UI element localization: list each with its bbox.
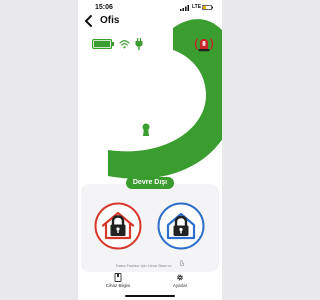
chevron-left-icon [85, 15, 92, 27]
network-type: LTE [192, 4, 202, 10]
hint-row: Daha Fazlası İçin Uzun Basınız [78, 254, 222, 268]
background-arc [108, 19, 222, 179]
home-lock-icon [157, 202, 205, 250]
long-press-icon [180, 259, 184, 266]
page-title: Ofis [100, 15, 120, 26]
app-screen: 15:06 LTE Ofis Devre Dışı Daha Fazlası İ… [78, 0, 222, 300]
nav-item-settings[interactable]: Ayarlar [156, 272, 204, 292]
hint-text: Daha Fazlası İçin Uzun Basınız [115, 263, 172, 268]
status-bar: 15:06 LTE [78, 3, 222, 12]
unlocked-padlock-icon [132, 100, 170, 142]
status-badge: Devre Dışı [126, 177, 174, 189]
battery-full-icon [92, 39, 114, 49]
arm-away-button[interactable] [157, 202, 205, 250]
alarm-siren-icon[interactable] [193, 36, 215, 52]
book-icon [114, 273, 122, 282]
back-button[interactable] [82, 13, 96, 29]
nav-label-device-info: Cihaz Bilgisi [105, 283, 131, 288]
status-time: 15:06 [95, 4, 113, 11]
home-indicator [125, 295, 175, 297]
phone-battery-icon [202, 5, 213, 10]
plug-icon [135, 38, 143, 50]
home-lock-icon [94, 202, 142, 250]
nav-item-device-info[interactable]: Cihaz Bilgisi [94, 272, 142, 292]
arm-home-button[interactable] [94, 202, 142, 250]
gear-icon [177, 274, 183, 281]
wifi-icon [119, 40, 130, 49]
signal-icon [180, 5, 189, 11]
nav-label-settings: Ayarlar [172, 283, 188, 288]
